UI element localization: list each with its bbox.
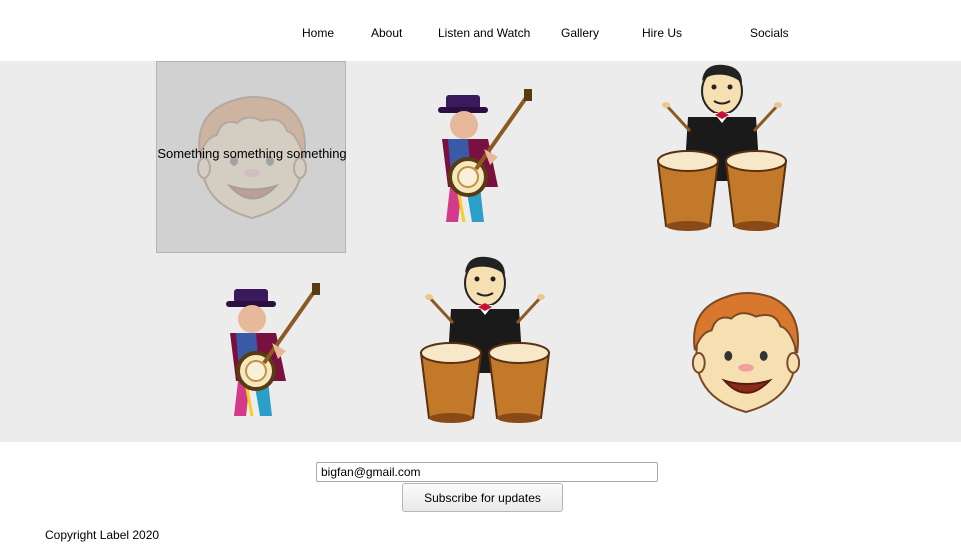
gallery-tile-boy-face[interactable] bbox=[687, 289, 805, 417]
copyright-text: Copyright Label 2020 bbox=[45, 528, 160, 542]
gallery-tile-banjo-player[interactable] bbox=[428, 87, 538, 222]
email-input[interactable] bbox=[316, 462, 658, 482]
nav-hire-us-link[interactable]: Hire Us bbox=[642, 26, 682, 40]
gallery-tile-bongo-drummer[interactable] bbox=[415, 253, 555, 423]
top-navigation: Home About Listen and Watch Gallery Hire… bbox=[0, 0, 961, 62]
overlay-caption: Something something something bbox=[157, 146, 347, 161]
subscribe-button[interactable]: Subscribe for updates bbox=[402, 483, 563, 512]
gallery-hover-overlay[interactable]: Something something something bbox=[156, 61, 347, 253]
nav-home-link[interactable]: Home bbox=[302, 26, 334, 40]
gallery-tile-bongo-drummer[interactable] bbox=[652, 61, 792, 231]
nav-socials-link[interactable]: Socials bbox=[750, 26, 789, 40]
nav-about-link[interactable]: About bbox=[371, 26, 402, 40]
image-gallery bbox=[0, 61, 961, 442]
nav-gallery-link[interactable]: Gallery bbox=[561, 26, 599, 40]
gallery-tile-banjo-player[interactable] bbox=[216, 281, 326, 416]
nav-listen-and-watch-link[interactable]: Listen and Watch bbox=[438, 26, 530, 40]
